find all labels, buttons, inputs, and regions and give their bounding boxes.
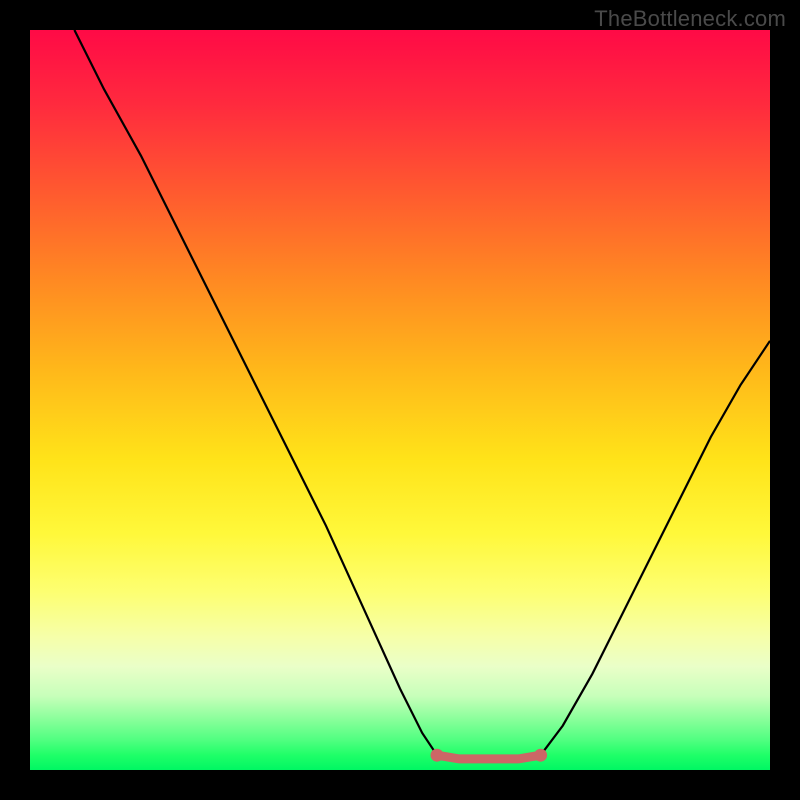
chart-frame: TheBottleneck.com bbox=[0, 0, 800, 800]
endpoint-left bbox=[431, 749, 444, 762]
right-curve bbox=[541, 341, 770, 755]
flat-segment bbox=[437, 755, 541, 759]
left-curve bbox=[74, 30, 437, 755]
curve-layer bbox=[30, 30, 770, 770]
endpoint-right bbox=[534, 749, 547, 762]
watermark-text: TheBottleneck.com bbox=[594, 6, 786, 32]
plot-area bbox=[30, 30, 770, 770]
